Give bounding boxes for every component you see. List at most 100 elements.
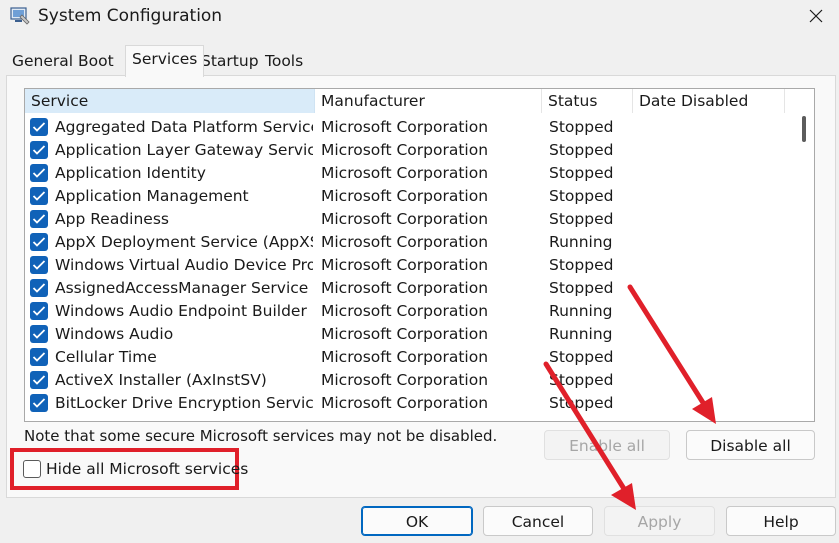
- disable-all-button[interactable]: Disable all: [686, 430, 815, 460]
- service-row[interactable]: ActiveX Installer (AxInstSV) Microsoft Co…: [25, 369, 789, 392]
- service-checkbox[interactable]: [30, 164, 48, 182]
- service-manufacturer: Microsoft Corporation: [321, 210, 489, 228]
- service-manufacturer: Microsoft Corporation: [321, 164, 489, 182]
- service-name: AppX Deployment Service (AppXS...: [55, 233, 313, 251]
- enable-all-button[interactable]: Enable all: [544, 430, 670, 460]
- hide-microsoft-services-highlight: Hide all Microsoft services: [10, 448, 248, 490]
- service-status: Stopped: [549, 164, 614, 182]
- checkmark-icon: [32, 145, 46, 155]
- service-checkbox[interactable]: [30, 279, 48, 297]
- service-name: Windows Audio Endpoint Builder: [55, 302, 307, 320]
- column-header-service[interactable]: Service: [25, 89, 315, 113]
- service-row[interactable]: Windows Audio Microsoft Corporation Runnin…: [25, 323, 789, 346]
- window-title: System Configuration: [38, 6, 223, 26]
- service-name: Application Layer Gateway Service: [55, 141, 313, 159]
- checkmark-icon: [32, 260, 46, 270]
- column-header-status[interactable]: Status: [542, 89, 633, 113]
- service-row[interactable]: Application Identity Microsoft Corporatio…: [25, 162, 789, 185]
- service-name: Application Identity: [55, 164, 206, 182]
- service-name: Cellular Time: [55, 348, 157, 366]
- hide-microsoft-services-label[interactable]: Hide all Microsoft services: [46, 460, 248, 478]
- checkmark-icon: [32, 329, 46, 339]
- service-checkbox[interactable]: [30, 325, 48, 343]
- cancel-button[interactable]: Cancel: [483, 506, 593, 536]
- vertical-scrollbar[interactable]: [794, 89, 814, 421]
- title-bar: System Configuration: [0, 0, 839, 40]
- service-status: Running: [549, 233, 613, 251]
- ok-button[interactable]: OK: [361, 506, 473, 536]
- list-header: Service Manufacturer Status Date Disable…: [25, 89, 789, 113]
- tab-general[interactable]: General: [6, 48, 79, 75]
- checkmark-icon: [32, 168, 46, 178]
- service-status: Stopped: [549, 210, 614, 228]
- service-name: AssignedAccessManager Service: [55, 279, 309, 297]
- service-row[interactable]: Application Management Microsoft Corporat…: [25, 185, 789, 208]
- scrollbar-thumb[interactable]: [802, 116, 806, 142]
- service-name: Windows Audio: [55, 325, 174, 343]
- service-checkbox[interactable]: [30, 118, 48, 136]
- service-manufacturer: Microsoft Corporation: [321, 302, 489, 320]
- service-row[interactable]: Windows Virtual Audio Device Pro... Micro…: [25, 254, 789, 277]
- tab-services[interactable]: Services: [125, 45, 205, 77]
- services-panel: Service Manufacturer Status Date Disable…: [6, 75, 836, 498]
- services-list[interactable]: Service Manufacturer Status Date Disable…: [24, 88, 815, 422]
- service-status: Stopped: [549, 256, 614, 274]
- service-status: Running: [549, 325, 613, 343]
- service-status: Stopped: [549, 348, 614, 366]
- service-status: Stopped: [549, 118, 614, 136]
- service-status: Stopped: [549, 187, 614, 205]
- service-manufacturer: Microsoft Corporation: [321, 233, 489, 251]
- service-status: Stopped: [549, 394, 614, 412]
- note-text: Note that some secure Microsoft services…: [24, 427, 498, 445]
- system-config-icon: [9, 5, 31, 27]
- service-name: BitLocker Drive Encryption Service: [55, 394, 313, 412]
- service-row[interactable]: App Readiness Microsoft Corporation Stoppe…: [25, 208, 789, 231]
- service-row[interactable]: Aggregated Data Platform Service Microsof…: [25, 116, 789, 139]
- service-manufacturer: Microsoft Corporation: [321, 141, 489, 159]
- hide-microsoft-services-checkbox[interactable]: [23, 460, 41, 478]
- service-manufacturer: Microsoft Corporation: [321, 118, 489, 136]
- service-manufacturer: Microsoft Corporation: [321, 348, 489, 366]
- checkmark-icon: [32, 237, 46, 247]
- service-checkbox[interactable]: [30, 371, 48, 389]
- service-checkbox[interactable]: [30, 233, 48, 251]
- checkmark-icon: [32, 398, 46, 408]
- service-checkbox[interactable]: [30, 256, 48, 274]
- service-manufacturer: Microsoft Corporation: [321, 187, 489, 205]
- tab-boot[interactable]: Boot: [72, 48, 120, 75]
- service-name: Application Management: [55, 187, 249, 205]
- column-header-manufacturer[interactable]: Manufacturer: [315, 89, 542, 113]
- column-header-date-disabled[interactable]: Date Disabled: [633, 89, 785, 113]
- service-checkbox[interactable]: [30, 141, 48, 159]
- service-row[interactable]: AssignedAccessManager Service Microsoft C…: [25, 277, 789, 300]
- checkmark-icon: [32, 191, 46, 201]
- service-status: Stopped: [549, 141, 614, 159]
- service-checkbox[interactable]: [30, 394, 48, 412]
- tab-tools[interactable]: Tools: [259, 48, 309, 75]
- service-status: Running: [549, 302, 613, 320]
- service-checkbox[interactable]: [30, 187, 48, 205]
- checkmark-icon: [32, 122, 46, 132]
- service-row[interactable]: AppX Deployment Service (AppXS... Microso…: [25, 231, 789, 254]
- service-name: App Readiness: [55, 210, 169, 228]
- service-manufacturer: Microsoft Corporation: [321, 256, 489, 274]
- service-checkbox[interactable]: [30, 302, 48, 320]
- tab-startup[interactable]: Startup: [195, 48, 265, 75]
- apply-button[interactable]: Apply: [604, 506, 715, 536]
- close-button[interactable]: [793, 0, 839, 32]
- service-row[interactable]: Windows Audio Endpoint Builder Microsoft …: [25, 300, 789, 323]
- service-manufacturer: Microsoft Corporation: [321, 371, 489, 389]
- service-manufacturer: Microsoft Corporation: [321, 279, 489, 297]
- checkmark-icon: [32, 306, 46, 316]
- checkmark-icon: [32, 283, 46, 293]
- service-checkbox[interactable]: [30, 348, 48, 366]
- service-row[interactable]: Cellular Time Microsoft Corporation Stoppe…: [25, 346, 789, 369]
- service-checkbox[interactable]: [30, 210, 48, 228]
- service-row[interactable]: BitLocker Drive Encryption Service Micros…: [25, 392, 789, 415]
- close-icon: [809, 9, 823, 23]
- service-row[interactable]: Application Layer Gateway Service Microso…: [25, 139, 789, 162]
- service-status: Stopped: [549, 371, 614, 389]
- help-button[interactable]: Help: [726, 506, 836, 536]
- service-status: Stopped: [549, 279, 614, 297]
- checkmark-icon: [32, 214, 46, 224]
